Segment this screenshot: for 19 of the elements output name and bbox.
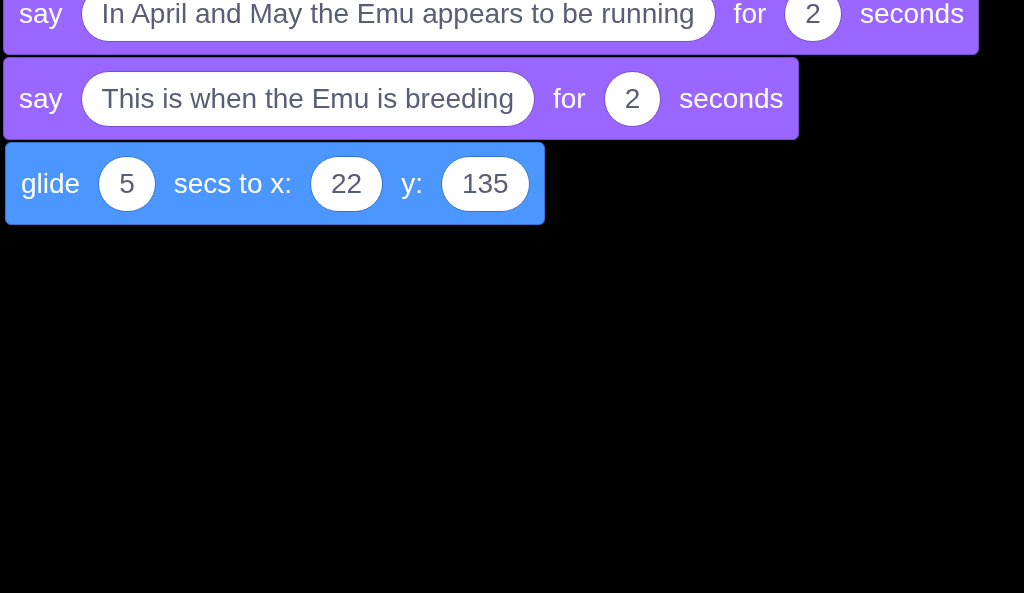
input-field[interactable]: 2: [603, 70, 662, 127]
block-label: say: [19, 0, 63, 30]
block-label: seconds: [679, 82, 784, 115]
say-block[interactable]: say This is when the Emu is breeding for 2 seconds: [3, 57, 799, 140]
input-field[interactable]: 5: [98, 155, 156, 212]
input-field[interactable]: 135: [440, 155, 530, 212]
input-field[interactable]: This is when the Emu is breeding: [80, 70, 535, 127]
input-field[interactable]: 22: [310, 155, 384, 212]
block-label: y:: [401, 167, 423, 200]
block-label: secs to x:: [173, 167, 292, 200]
glide-block[interactable]: glide 5 secs to x: 22 y: 135: [5, 142, 545, 225]
say-block[interactable]: say In April and May the Emu appears to be running for 2 seconds: [3, 0, 980, 55]
block-label: glide: [21, 167, 81, 200]
input-field[interactable]: 2: [784, 0, 842, 42]
block-label: seconds: [859, 0, 965, 30]
block-label: say: [19, 82, 63, 115]
block-label: for: [553, 82, 586, 115]
block-label: for: [733, 0, 767, 30]
input-field[interactable]: In April and May the Emu appears to be running: [80, 0, 716, 42]
